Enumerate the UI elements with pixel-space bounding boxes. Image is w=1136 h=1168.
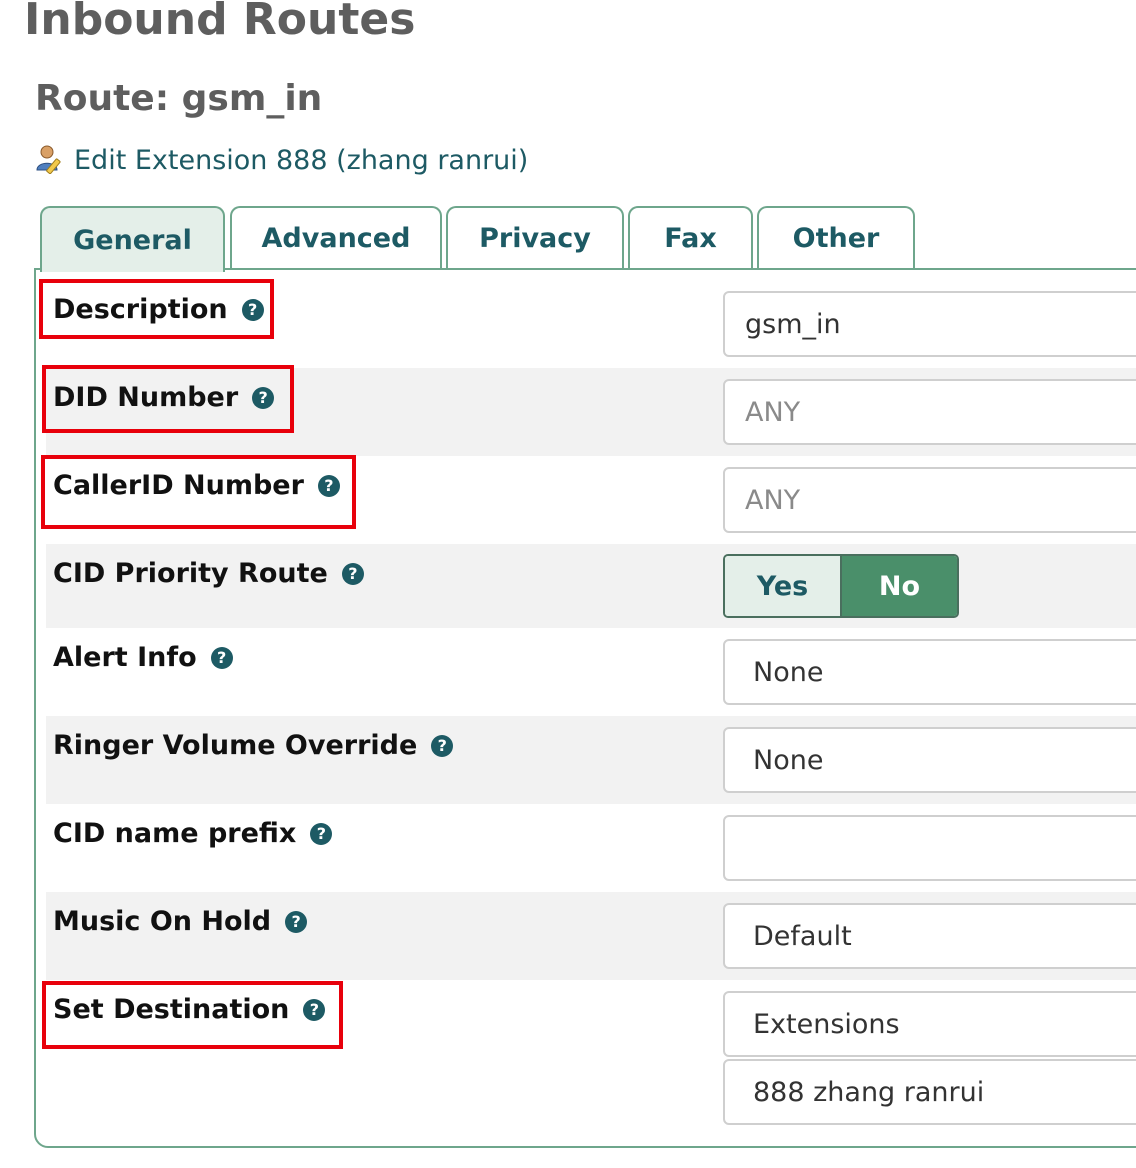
alert-info-label: Alert Info ? xyxy=(53,642,233,673)
ringer-volume-override-select[interactable]: None xyxy=(723,727,1136,793)
highlight-box-did-number xyxy=(42,365,294,433)
help-icon[interactable]: ? xyxy=(431,734,454,757)
did-number-input[interactable]: ANY xyxy=(723,379,1136,445)
ringer-volume-override-label-text: Ringer Volume Override xyxy=(53,730,418,761)
cid-priority-route-label: CID Priority Route ? xyxy=(53,558,364,589)
tab-advanced[interactable]: Advanced xyxy=(230,206,442,268)
tab-general[interactable]: General xyxy=(40,206,225,272)
page-title: Inbound Routes xyxy=(24,0,416,45)
alert-info-label-text: Alert Info xyxy=(53,642,197,673)
cid-name-prefix-input[interactable] xyxy=(723,815,1136,881)
user-edit-icon xyxy=(34,142,66,178)
cid-priority-no-option[interactable]: No xyxy=(842,556,957,616)
destination-type-select[interactable]: Extensions xyxy=(723,991,1136,1057)
music-on-hold-select[interactable]: Default xyxy=(723,903,1136,969)
highlight-box-set-destination xyxy=(42,981,343,1049)
help-icon[interactable]: ? xyxy=(210,646,233,669)
music-on-hold-label-text: Music On Hold xyxy=(53,906,272,937)
route-title: Route: gsm_in xyxy=(35,78,323,119)
destination-target-select[interactable]: 888 zhang ranrui xyxy=(723,1059,1136,1125)
help-icon[interactable]: ? xyxy=(285,910,308,933)
tab-privacy[interactable]: Privacy xyxy=(446,206,624,268)
cid-priority-route-toggle[interactable]: Yes No xyxy=(723,554,959,618)
ringer-volume-override-label: Ringer Volume Override ? xyxy=(53,730,454,761)
cid-priority-yes-option[interactable]: Yes xyxy=(725,556,842,616)
callerid-number-input[interactable]: ANY xyxy=(723,467,1136,533)
cid-name-prefix-label: CID name prefix ? xyxy=(53,818,333,849)
highlight-box-description xyxy=(39,279,274,339)
highlight-box-callerid-number xyxy=(41,455,356,529)
tab-fax[interactable]: Fax xyxy=(628,206,753,268)
alert-info-select[interactable]: None xyxy=(723,639,1136,705)
help-icon[interactable]: ? xyxy=(341,562,364,585)
description-input[interactable]: gsm_in xyxy=(723,291,1136,357)
edit-extension-label: Edit Extension 888 (zhang ranrui) xyxy=(74,144,529,176)
music-on-hold-label: Music On Hold ? xyxy=(53,906,308,937)
cid-priority-route-label-text: CID Priority Route xyxy=(53,558,328,589)
help-icon[interactable]: ? xyxy=(310,822,333,845)
tab-other[interactable]: Other xyxy=(757,206,915,268)
edit-extension-link[interactable]: Edit Extension 888 (zhang ranrui) xyxy=(34,142,528,178)
cid-name-prefix-label-text: CID name prefix xyxy=(53,818,297,849)
